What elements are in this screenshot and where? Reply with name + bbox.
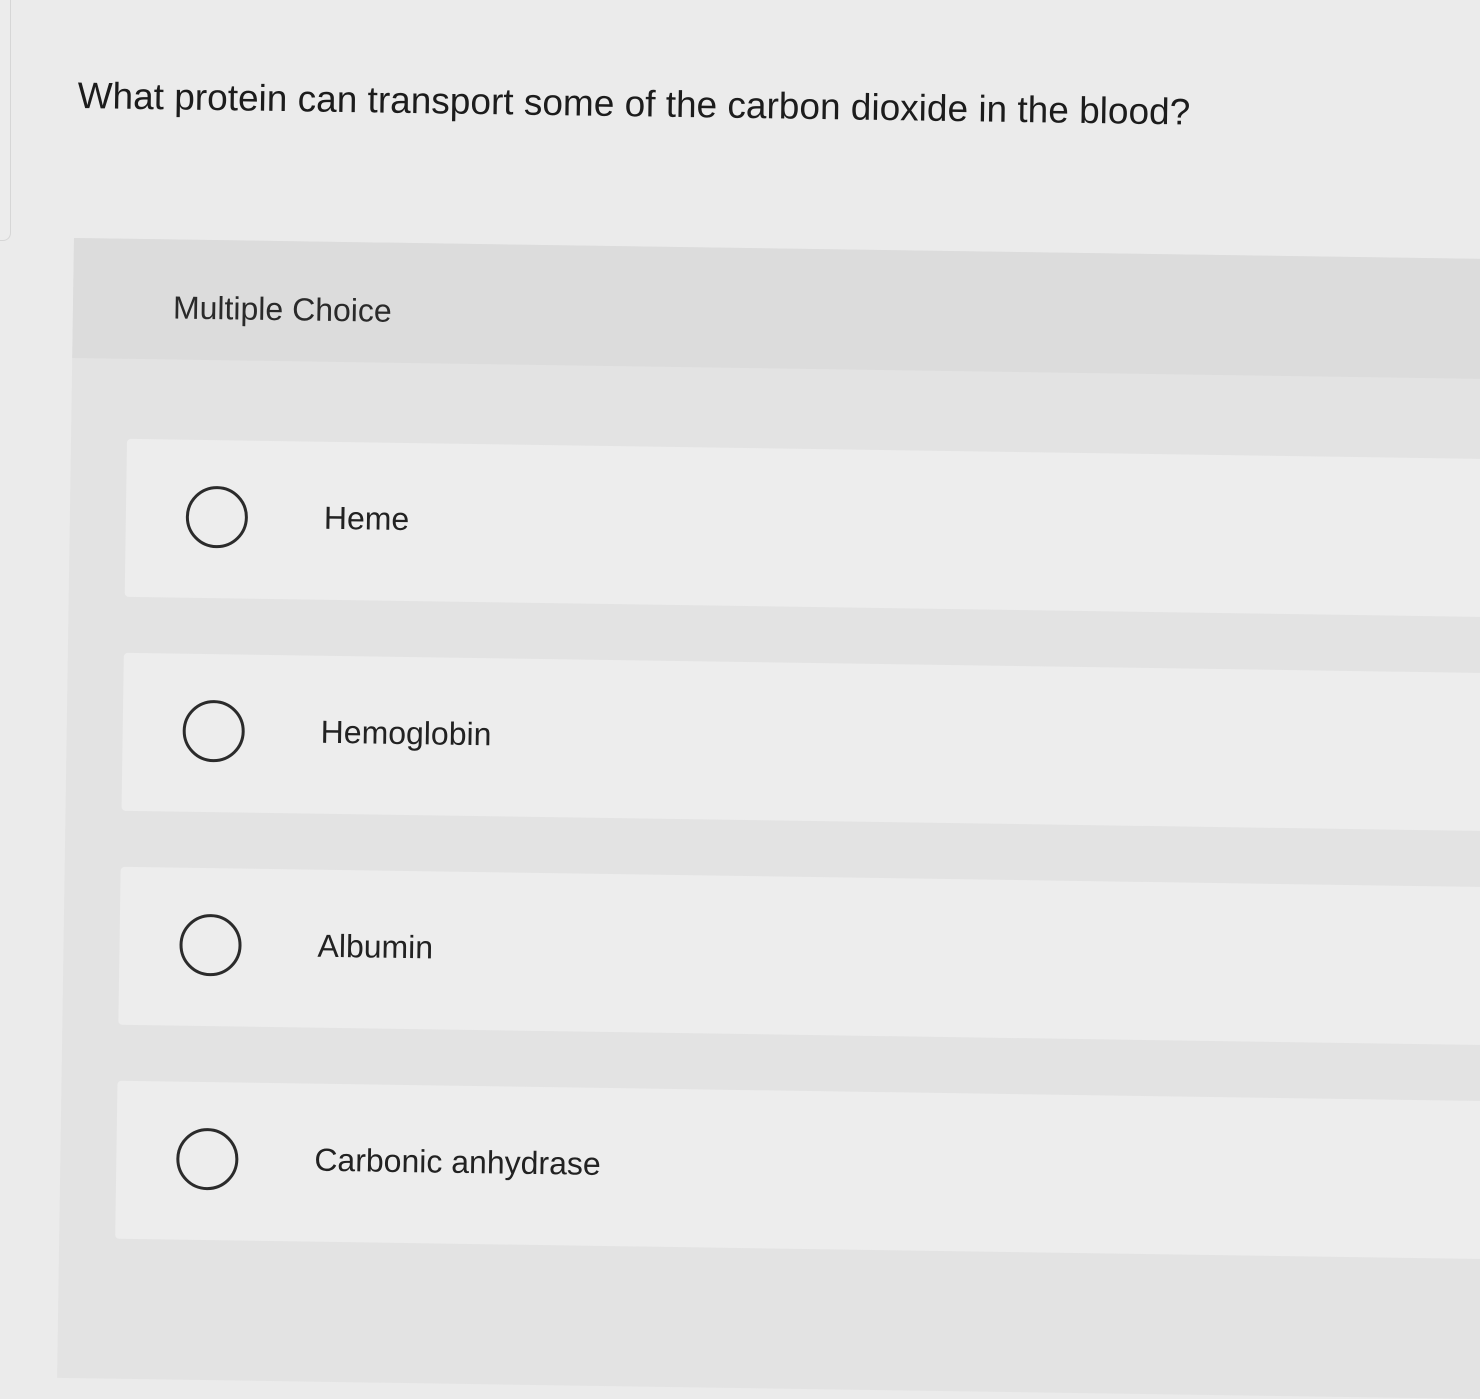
choice-option-carbonic-anhydrase[interactable]: Carbonic anhydrase (115, 1080, 1480, 1260)
choice-label: Albumin (317, 927, 434, 966)
choice-option-hemoglobin[interactable]: Hemoglobin (121, 652, 1480, 832)
radio-button-icon[interactable] (185, 485, 249, 549)
radio-button-icon[interactable] (182, 699, 246, 763)
multiple-choice-panel: Multiple Choice Heme Hemoglobin Albumin … (57, 238, 1480, 1399)
radio-button-icon[interactable] (179, 913, 242, 977)
panel-header: Multiple Choice (72, 238, 1480, 380)
choice-option-heme[interactable]: Heme (124, 438, 1480, 618)
choice-label: Hemoglobin (320, 713, 492, 753)
question-text: What protein can transport some of the c… (77, 74, 1191, 133)
page-edge (0, 0, 11, 241)
choice-label: Heme (323, 499, 410, 538)
question-type-label: Multiple Choice (172, 289, 392, 329)
choice-label: Carbonic anhydrase (314, 1141, 601, 1182)
radio-button-icon[interactable] (175, 1127, 239, 1191)
choice-option-albumin[interactable]: Albumin (118, 866, 1480, 1046)
